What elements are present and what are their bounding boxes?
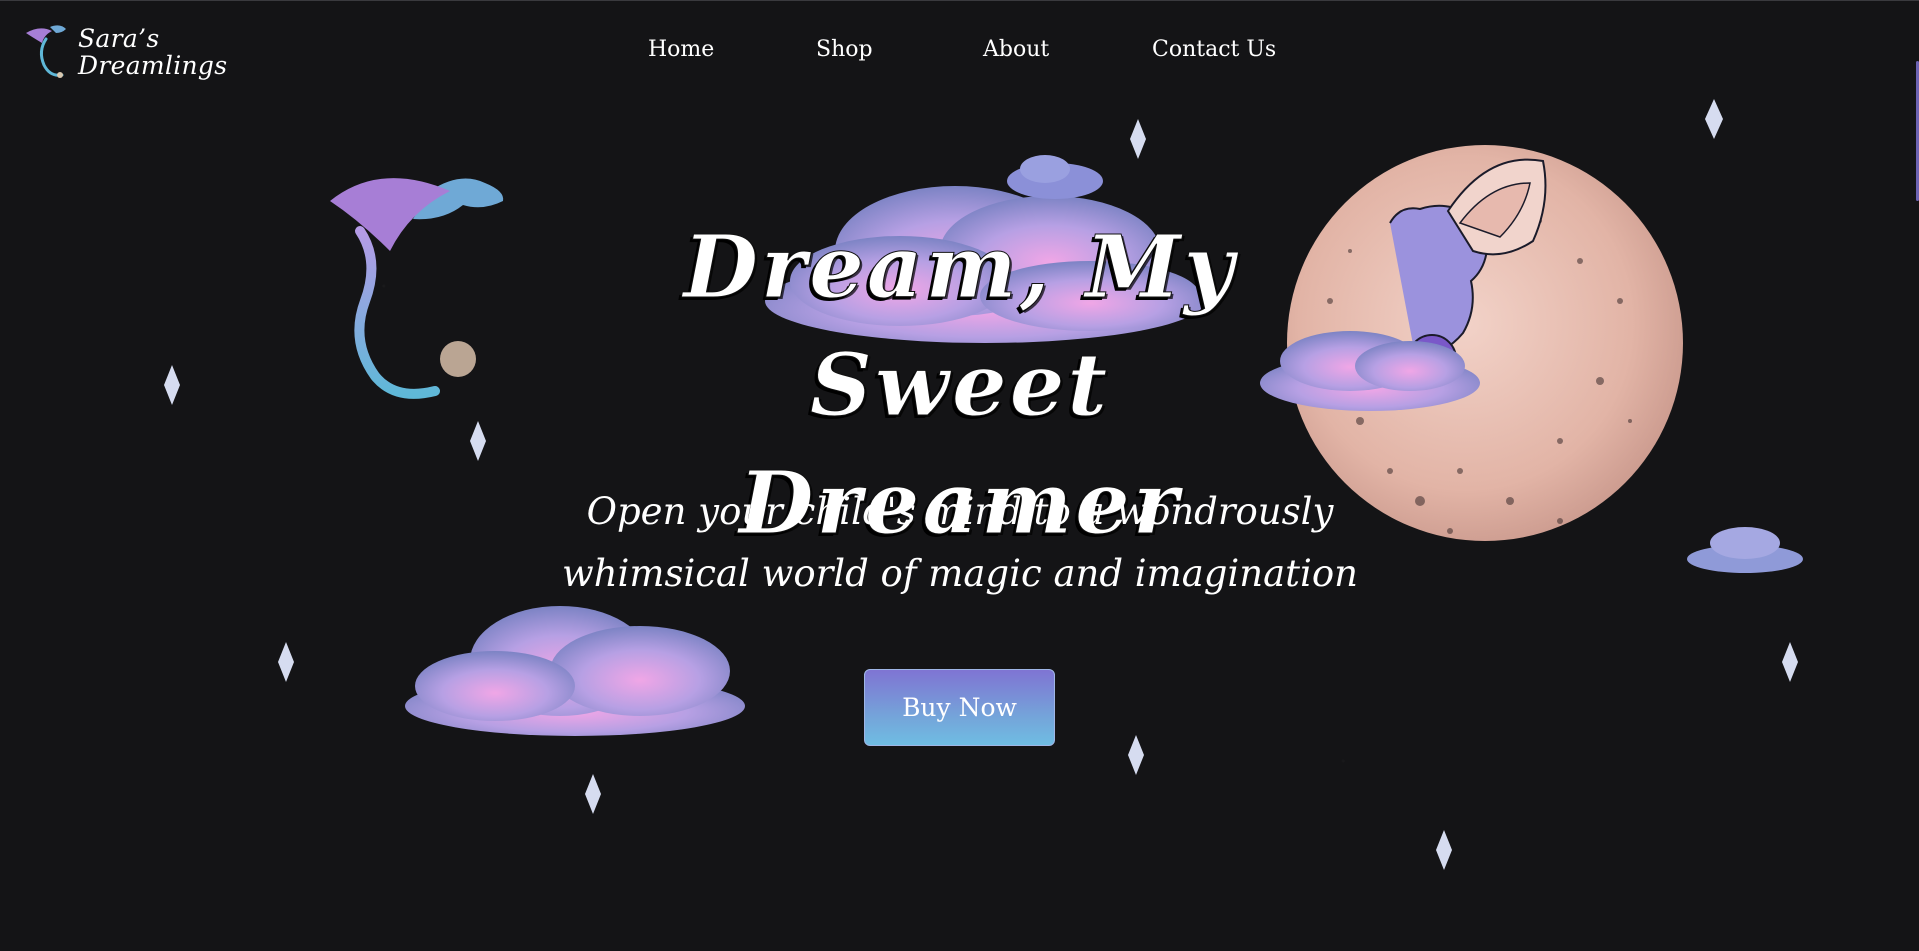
hero-subtitle-line-2: whimsical world of magic and imagination <box>562 552 1358 595</box>
hero-subtitle-line-1: Open your child's mind to a wondrously <box>586 490 1334 533</box>
nav-about[interactable]: About <box>983 37 1049 62</box>
brand-line-2: Dreamlings <box>78 51 228 80</box>
hero-subtitle: Open your child's mind to a wondrously w… <box>560 481 1360 605</box>
brand[interactable]: Sara’s Dreamlings <box>20 19 227 85</box>
nav-shop[interactable]: Shop <box>816 37 873 62</box>
nav-contact-us[interactable]: Contact Us <box>1152 37 1276 62</box>
nav-home[interactable]: Home <box>648 37 714 62</box>
dragon-logo-icon <box>26 25 66 78</box>
cloud-icon <box>1007 155 1103 199</box>
hero-title-line-1: Dream, My Sweet <box>683 217 1237 437</box>
brand-name: Sara’s Dreamlings <box>78 25 227 79</box>
cloud-icon <box>1687 527 1803 573</box>
brand-line-1: Sara’s <box>78 24 160 53</box>
buy-now-button[interactable]: Buy Now <box>864 669 1055 746</box>
cloud-icon <box>405 606 745 736</box>
page: Sara’s Dreamlings Home Shop About Contac… <box>0 0 1919 951</box>
main-nav: Home Shop About Contact Us <box>600 37 1320 69</box>
flying-dragon-icon <box>330 178 504 399</box>
